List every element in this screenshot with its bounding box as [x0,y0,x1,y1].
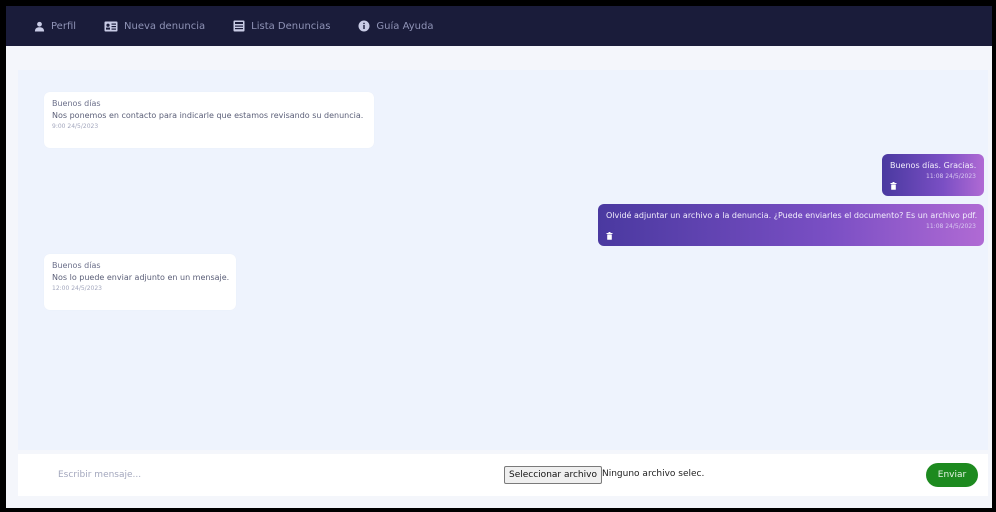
nav-label-guia-ayuda: Guía Ayuda [376,20,434,32]
message-received: Buenos días Nos ponemos en contacto para… [44,92,374,148]
chat-messages-area[interactable]: Buenos días Nos ponemos en contacto para… [18,70,988,450]
nav-item-lista-denuncias[interactable]: Lista Denuncias [233,20,330,32]
message-sent: Olvidé adjuntar un archivo a la denuncia… [598,204,984,246]
message-timestamp: 12:00 24/5/2023 [52,285,102,292]
nav-label-perfil: Perfil [51,20,77,32]
trash-icon[interactable] [606,232,613,240]
message-text: Buenos días. Gracias. [890,161,977,170]
nav-item-guia-ayuda[interactable]: Guía Ayuda [358,20,434,32]
info-icon [358,20,370,32]
message-sent: Buenos días. Gracias. 11:08 24/5/2023 [882,154,984,196]
message-text: Nos ponemos en contacto para indicarle q… [52,111,364,120]
send-button[interactable]: Enviar [926,463,978,487]
message-received: Buenos días Nos lo puede enviar adjunto … [44,254,236,310]
id-card-icon [104,21,118,31]
list-window-icon [233,20,245,32]
message-text: Nos lo puede enviar adjunto en un mensaj… [52,273,230,282]
message-timestamp: 11:08 24/5/2023 [926,173,976,180]
message-timestamp: 9:00 24/5/2023 [52,123,99,130]
nav-item-nueva-denuncia[interactable]: Nueva denuncia [104,21,205,32]
select-file-button[interactable]: Seleccionar archivo [504,466,602,484]
message-compose-bar: Seleccionar archivo Ninguno archivo sele… [18,454,988,496]
message-input[interactable] [58,466,418,484]
user-icon [34,21,45,32]
message-text: Olvidé adjuntar un archivo a la denuncia… [606,211,978,220]
message-greeting: Buenos días [52,261,101,270]
file-status-text: Ninguno archivo selec. [602,469,705,479]
nav-label-nueva-denuncia: Nueva denuncia [124,20,206,32]
trash-icon[interactable] [890,182,897,190]
nav-label-lista-denuncias: Lista Denuncias [251,20,331,32]
message-timestamp: 11:08 24/5/2023 [926,223,976,230]
message-greeting: Buenos días [52,99,101,108]
nav-item-perfil[interactable]: Perfil [34,21,76,32]
app-window: Perfil Nueva denuncia Lista Denuncias Gu… [6,6,992,508]
top-navbar: Perfil Nueva denuncia Lista Denuncias Gu… [6,6,992,46]
